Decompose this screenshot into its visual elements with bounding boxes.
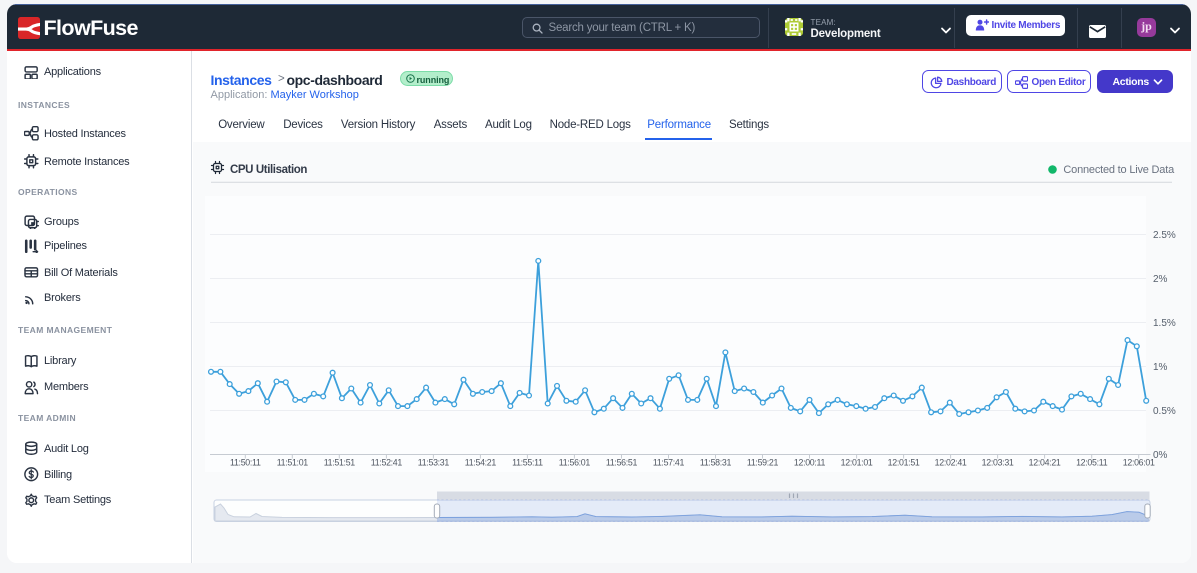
svg-text:0%: 0% xyxy=(1153,450,1168,461)
svg-text:12:01:01: 12:01:01 xyxy=(841,458,873,468)
svg-text:11:56:51: 11:56:51 xyxy=(606,458,638,468)
svg-text:2%: 2% xyxy=(1153,274,1168,285)
svg-text:Connected to Live Data: Connected to Live Data xyxy=(1063,164,1175,176)
svg-text:11:53:31: 11:53:31 xyxy=(418,458,450,468)
svg-text:11:58:31: 11:58:31 xyxy=(700,458,732,468)
svg-text:11:54:21: 11:54:21 xyxy=(465,458,497,468)
svg-text:11:57:41: 11:57:41 xyxy=(653,458,685,468)
svg-text:11:51:51: 11:51:51 xyxy=(324,458,356,468)
svg-text:11:56:01: 11:56:01 xyxy=(559,458,591,468)
svg-text:11:55:11: 11:55:11 xyxy=(512,458,543,468)
svg-text:12:05:11: 12:05:11 xyxy=(1076,458,1108,468)
svg-text:2.5%: 2.5% xyxy=(1153,230,1176,241)
svg-text:12:02:41: 12:02:41 xyxy=(935,458,967,468)
svg-text:11:52:41: 11:52:41 xyxy=(371,458,403,468)
svg-text:12:01:51: 12:01:51 xyxy=(888,458,920,468)
svg-text:12:03:31: 12:03:31 xyxy=(982,458,1014,468)
svg-text:1.5%: 1.5% xyxy=(1153,318,1176,329)
svg-text:12:06:01: 12:06:01 xyxy=(1123,458,1155,468)
svg-text:12:04:21: 12:04:21 xyxy=(1029,458,1061,468)
svg-text:11:51:01: 11:51:01 xyxy=(277,458,309,468)
svg-text:0.5%: 0.5% xyxy=(1153,406,1176,417)
svg-text:11:59:21: 11:59:21 xyxy=(747,458,779,468)
svg-text:11:50:11: 11:50:11 xyxy=(230,458,261,468)
svg-text:1%: 1% xyxy=(1153,362,1168,373)
svg-text:CPU Utilisation: CPU Utilisation xyxy=(230,164,307,176)
svg-text:12:00:11: 12:00:11 xyxy=(794,458,826,468)
